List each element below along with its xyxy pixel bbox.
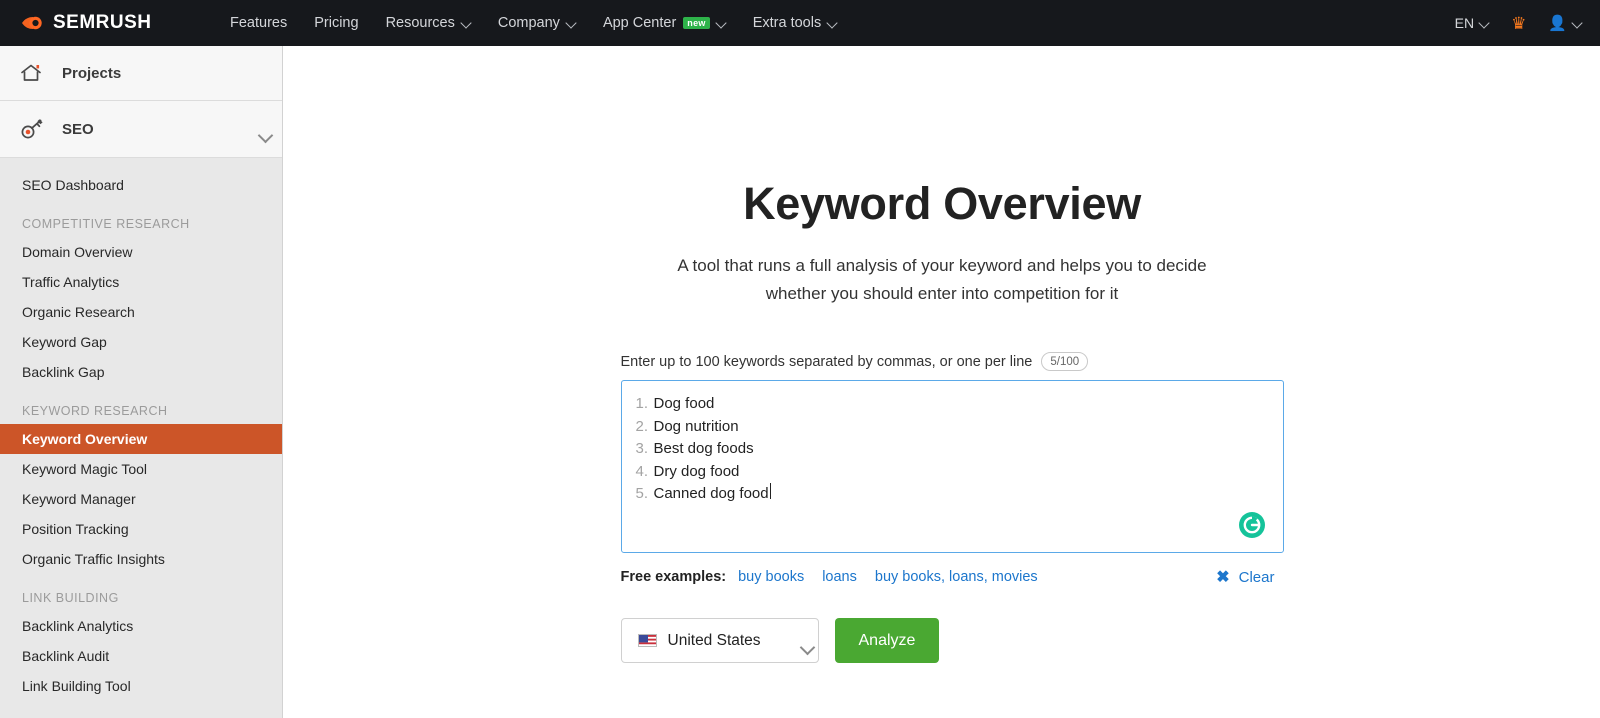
nav-item-features[interactable]: Features xyxy=(230,15,287,31)
user-menu[interactable]: 👤 xyxy=(1548,14,1582,32)
key-icon xyxy=(20,118,50,140)
country-selector[interactable]: United States xyxy=(620,618,819,663)
sidebar-item-keyword-gap[interactable]: Keyword Gap xyxy=(0,327,282,357)
sidebar-item-keyword-overview[interactable]: Keyword Overview xyxy=(0,424,282,454)
nav-item-resources[interactable]: Resources xyxy=(386,15,471,31)
keyword-number: 3. xyxy=(635,440,649,457)
keyword-field-label-row: Enter up to 100 keywords separated by co… xyxy=(621,352,1284,371)
keyword-text: Dog food xyxy=(653,395,715,412)
text-cursor xyxy=(769,483,771,499)
language-label: EN xyxy=(1454,15,1475,31)
keyword-line: 2. Dog nutrition xyxy=(636,416,1269,439)
sidebar-seo-label: SEO xyxy=(62,120,94,138)
keyword-textarea[interactable]: 1. Dog food 2. Dog nutrition 3. Best dog… xyxy=(620,380,1284,553)
main-content: Keyword Overview A tool that runs a full… xyxy=(284,46,1600,718)
sidebar-nav-list: SEO Dashboard COMPETITIVE RESEARCH Domai… xyxy=(0,158,282,701)
nav-label: Features xyxy=(230,15,288,31)
page-subtitle-line1: A tool that runs a full analysis of your… xyxy=(677,256,1207,275)
sidebar-item-link-building-tool[interactable]: Link Building Tool xyxy=(0,671,282,701)
sidebar-item-seo-dashboard[interactable]: SEO Dashboard xyxy=(0,170,282,200)
sidebar-heading-competitive-research: COMPETITIVE RESEARCH xyxy=(22,217,190,231)
sidebar-item-traffic-analytics[interactable]: Traffic Analytics xyxy=(0,267,282,297)
sidebar-item-seo[interactable]: SEO xyxy=(0,101,282,158)
crown-icon[interactable]: ♛ xyxy=(1511,15,1526,32)
sidebar-item-organic-traffic-insights[interactable]: Organic Traffic Insights xyxy=(0,544,282,574)
sidebar-item-organic-research[interactable]: Organic Research xyxy=(0,297,282,327)
chevron-down-icon xyxy=(462,19,471,28)
sidebar-heading-keyword-research: KEYWORD RESEARCH xyxy=(22,404,168,418)
keyword-field-label: Enter up to 100 keywords separated by co… xyxy=(620,353,1033,370)
chevron-down-icon xyxy=(567,19,576,28)
nav-item-extra-tools[interactable]: Extra tools xyxy=(753,15,838,31)
page-subtitle: A tool that runs a full analysis of your… xyxy=(284,252,1600,308)
sidebar: Projects SEO SEO Dashboard COMPETITIVE R… xyxy=(0,46,283,718)
example-link-buy-books-loans-movies[interactable]: buy books, loans, movies xyxy=(875,569,1038,585)
sidebar-item-projects[interactable]: Projects xyxy=(0,46,282,101)
clear-button[interactable]: ✖ Clear xyxy=(1216,567,1274,587)
sidebar-heading-link-building: LINK BUILDING xyxy=(22,591,119,605)
free-examples-row: Free examples: buy books loans buy books… xyxy=(621,567,1284,587)
country-label: United States xyxy=(667,631,761,649)
example-link-buy-books[interactable]: buy books xyxy=(738,569,804,585)
sidebar-item-backlink-audit[interactable]: Backlink Audit xyxy=(0,641,282,671)
action-row: United States Analyze xyxy=(620,618,1284,663)
home-icon xyxy=(20,63,50,83)
sidebar-item-keyword-manager[interactable]: Keyword Manager xyxy=(0,484,282,514)
keyword-text: Dog nutrition xyxy=(653,417,739,435)
sidebar-item-backlink-analytics[interactable]: Backlink Analytics xyxy=(0,611,282,641)
keyword-text: Best dog foods xyxy=(653,440,754,457)
nav-label: Resources xyxy=(385,15,455,31)
grammarly-icon[interactable] xyxy=(1238,512,1265,538)
keyword-line: 4. Dry dog food xyxy=(636,461,1269,484)
close-x-icon: ✖ xyxy=(1216,569,1230,586)
clear-label: Clear xyxy=(1238,568,1275,586)
chevron-down-icon xyxy=(1480,19,1489,28)
nav-label: Company xyxy=(497,15,560,31)
chevron-down-icon xyxy=(1573,19,1582,28)
user-avatar-icon: 👤 xyxy=(1548,15,1567,32)
nav-label: App Center xyxy=(602,15,677,31)
page-title: Keyword Overview xyxy=(743,178,1141,229)
keyword-counter-badge: 5/100 xyxy=(1041,352,1089,371)
nav-label: Pricing xyxy=(314,15,359,31)
chevron-down-icon xyxy=(717,19,726,28)
primary-nav: Features Pricing Resources Company App C… xyxy=(230,15,837,31)
keyword-line: 1. Dog food xyxy=(636,393,1269,416)
example-link-loans[interactable]: loans xyxy=(822,569,857,585)
keyword-number: 2. xyxy=(635,417,649,435)
sidebar-item-domain-overview[interactable]: Domain Overview xyxy=(0,237,282,267)
us-flag-icon xyxy=(637,634,657,647)
semrush-logo[interactable]: SEMRUSH xyxy=(20,10,210,36)
nav-right-group: EN ♛ 👤 xyxy=(1455,14,1582,33)
page-subtitle-line2: whether you should enter into competitio… xyxy=(765,284,1119,303)
keyword-form: Enter up to 100 keywords separated by co… xyxy=(601,352,1284,663)
sidebar-projects-label: Projects xyxy=(62,64,122,82)
semrush-comet-icon xyxy=(20,10,46,36)
keyword-line: 3. Best dog foods xyxy=(636,438,1269,461)
nav-label: Extra tools xyxy=(752,15,822,31)
language-selector[interactable]: EN xyxy=(1455,15,1489,31)
keyword-number: 4. xyxy=(635,462,649,480)
brand-name: SEMRUSH xyxy=(53,12,152,33)
keyword-line: 5. Canned dog food xyxy=(636,483,1269,506)
free-examples-label: Free examples: xyxy=(620,569,727,585)
analyze-button[interactable]: Analyze xyxy=(834,618,940,663)
chevron-down-icon xyxy=(828,19,837,28)
sidebar-item-keyword-magic-tool[interactable]: Keyword Magic Tool xyxy=(0,454,282,484)
new-badge: new xyxy=(683,17,710,29)
keyword-text: Dry dog food xyxy=(653,462,740,480)
nav-item-company[interactable]: Company xyxy=(498,15,576,31)
nav-item-app-center[interactable]: App Center new xyxy=(603,15,726,31)
keyword-number: 1. xyxy=(635,395,649,412)
nav-item-pricing[interactable]: Pricing xyxy=(314,15,358,31)
keyword-text: Canned dog food xyxy=(653,485,769,502)
sidebar-item-backlink-gap[interactable]: Backlink Gap xyxy=(0,357,282,387)
sidebar-item-position-tracking[interactable]: Position Tracking xyxy=(0,514,282,544)
keyword-number: 5. xyxy=(635,485,649,502)
top-navigation-bar: SEMRUSH Features Pricing Resources Compa… xyxy=(0,0,1600,46)
